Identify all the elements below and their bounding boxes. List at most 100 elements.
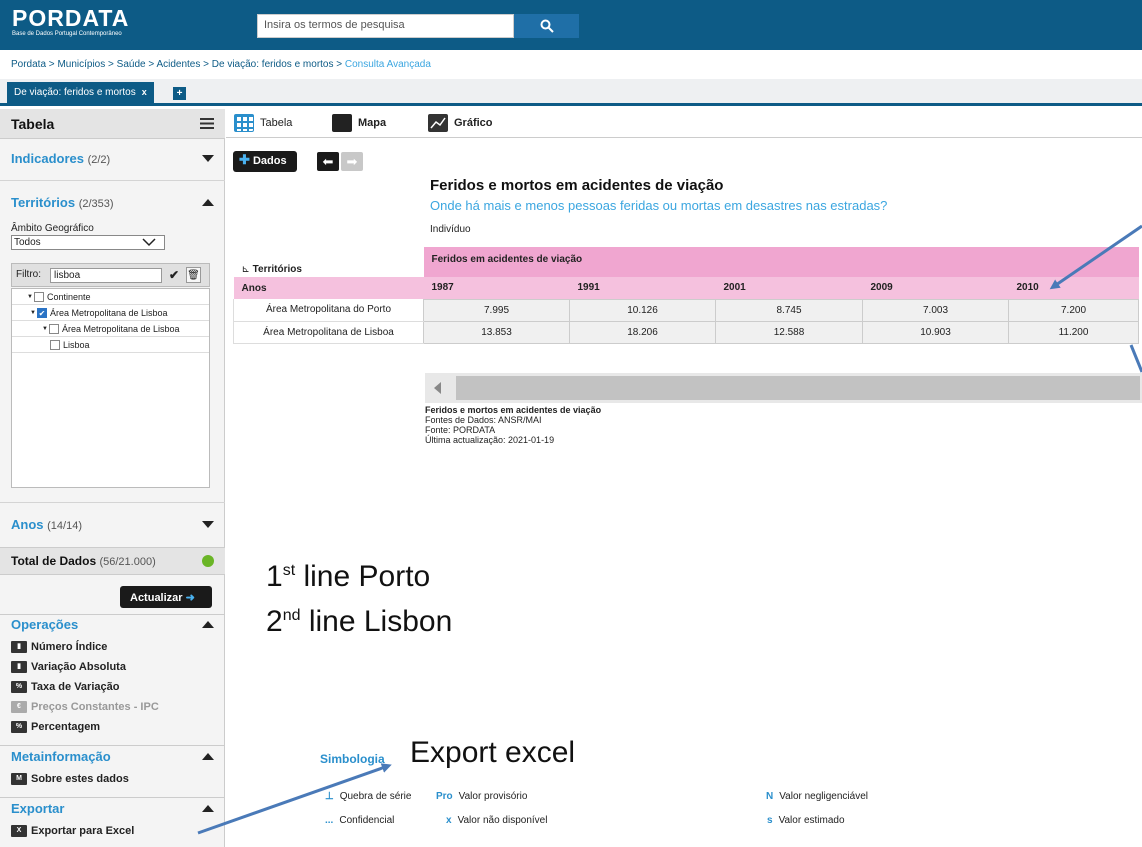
ambito-select[interactable]: Todos [11,235,165,250]
tab-tabela[interactable]: Tabela [234,114,292,132]
op-percentagem[interactable]: % Percentagem [11,721,100,733]
source-line: Fonte: PORDATA [425,425,496,435]
expand-icon[interactable]: ▼ [30,310,36,316]
op-variacao-absoluta[interactable]: ▮ Variação Absoluta [11,661,126,673]
symbol-label: Valor não disponível [457,815,548,826]
tree-item-lisboa[interactable]: Lisboa [12,337,209,353]
breadcrumb-current: Consulta Avançada [344,59,431,70]
op-taxa-variacao[interactable]: % Taxa de Variação [11,681,119,693]
breadcrumb-item[interactable]: Pordata [11,59,46,70]
symbol-key: Pro [436,791,453,802]
expand-icon[interactable]: ▼ [42,326,48,332]
tree-item-continente[interactable]: ▼ Continente [12,289,209,305]
info-icon: M [11,773,27,785]
section-metainformacao[interactable]: Metainformação [0,745,225,767]
table-cell: 10.903 [862,320,1009,344]
section-indicadores[interactable]: Indicadores (2/2) [0,147,225,169]
tree-item-label: Área Metropolitana de Lisboa [49,307,168,318]
search-button[interactable] [514,14,579,38]
dados-button[interactable]: ✚ Dados [233,151,297,172]
scroll-left-icon[interactable] [434,382,441,394]
tree-item-label: Continente [46,291,91,302]
unit-label: Indivíduo [430,224,471,235]
search-input[interactable]: Insira os termos de pesquisa [257,14,514,38]
year-header[interactable]: 2001 [715,277,863,299]
section-territorios[interactable]: Territórios (2/353) [0,191,225,213]
op-label: Variação Absoluta [31,661,126,673]
table-cell: 13.853 [423,320,570,344]
forward-arrow-icon[interactable]: ➡ [341,152,363,171]
sidebar-title: Tabela [11,115,55,132]
tree-item-aml[interactable]: ▼ ✔ Área Metropolitana de Lisboa [12,305,209,321]
op-numero-indice[interactable]: ▮ Número Índice [11,641,107,653]
filter-input[interactable]: lisboa [50,268,162,283]
tab-mapa[interactable]: Mapa [332,114,386,132]
plus-icon: ✚ [239,152,250,167]
checkbox[interactable] [33,291,44,302]
back-arrow-icon[interactable]: ⬅ [317,152,339,171]
table-cell: 7.995 [423,298,570,322]
table-icon [234,114,254,132]
sidebar-header: Tabela [0,109,225,139]
filter-bar: Filtro: lisboa ✔ 🗑 [11,263,210,287]
chevron-down-icon[interactable] [202,520,214,528]
variation-icon: ▮ [11,661,27,673]
checkbox[interactable] [50,339,60,350]
tab-grafico[interactable]: Gráfico [428,114,493,132]
year-header[interactable]: 1991 [569,277,716,299]
symbol-key: x [446,815,452,826]
add-tab-button[interactable]: + [173,87,186,100]
year-header[interactable]: 2010 [1008,277,1139,299]
breadcrumb-item[interactable]: Municípios [57,59,105,70]
checkbox-checked[interactable]: ✔ [36,307,47,318]
scroll-thumb[interactable] [456,376,1140,400]
sobre-estes-dados[interactable]: M Sobre estes dados [11,773,129,785]
chevron-up-icon[interactable] [202,198,214,206]
breadcrumb-separator: > [200,59,212,70]
op-precos-constantes: € Preços Constantes - IPC [11,701,159,713]
table-title: Feridos e mortos em acidentes de viação [430,177,724,194]
section-exportar[interactable]: Exportar [0,797,225,819]
breadcrumb-separator: > [333,59,345,70]
territorios-count: (2/353) [78,197,114,210]
check-icon[interactable]: ✔ [169,268,179,282]
view-toolbar: Tabela Mapa Gráfico [226,109,1142,138]
pordata-logo[interactable]: PORDATA Base de Dados Portugal Contempor… [12,6,129,38]
header: PORDATA Base de Dados Portugal Contempor… [0,0,1142,50]
ambito-label: Âmbito Geográfico [11,223,94,234]
logo-text: PORDATA [12,5,130,31]
total-label: Total de Dados [11,554,97,568]
sidebar: Tabela Indicadores (2/2) Territórios (2/… [0,109,225,847]
actualizar-button[interactable]: Actualizar ➜ [120,586,212,608]
chevron-down-icon[interactable] [202,154,214,162]
chevron-up-icon[interactable] [202,805,214,812]
exportar-title: Exportar [11,801,65,816]
table-cell: 12.588 [715,320,863,344]
ambito-value: Todos [14,237,41,248]
checkbox[interactable] [48,323,59,334]
tab-de-viacao[interactable]: De viação: feridos e mortos x [7,82,154,106]
close-icon[interactable]: x [142,87,147,97]
symbol-item: Pro Valor provisório [436,791,527,802]
export-label: Exportar para Excel [31,825,135,837]
menu-icon[interactable] [200,118,214,129]
year-header[interactable]: 1987 [423,277,570,299]
breadcrumb-item[interactable]: Saúde [117,59,146,70]
chevron-up-icon[interactable] [202,753,214,760]
arrow-right-icon: ➜ [185,592,195,604]
source-info: Feridos e mortos em acidentes de viação … [425,405,601,445]
chevron-up-icon[interactable] [202,621,214,628]
horizontal-scrollbar[interactable] [425,373,1142,403]
section-operacoes[interactable]: Operações [0,614,225,634]
tree-item-aml-sub[interactable]: ▼ Área Metropolitana de Lisboa [12,321,209,337]
indicadores-count: (2/2) [87,153,111,166]
breadcrumb-item[interactable]: De viação: feridos e mortos [212,59,334,70]
expand-icon[interactable]: ▼ [27,294,33,300]
table-cell: 18.206 [569,320,716,344]
hierarchy-icon: ⊾ [241,264,253,275]
export-excel-button[interactable]: X Exportar para Excel [11,825,134,837]
year-header[interactable]: 2009 [862,277,1009,299]
section-anos[interactable]: Anos (14/14) [0,513,225,535]
breadcrumb-item[interactable]: Acidentes [156,59,200,70]
trash-icon[interactable]: 🗑 [186,267,201,283]
